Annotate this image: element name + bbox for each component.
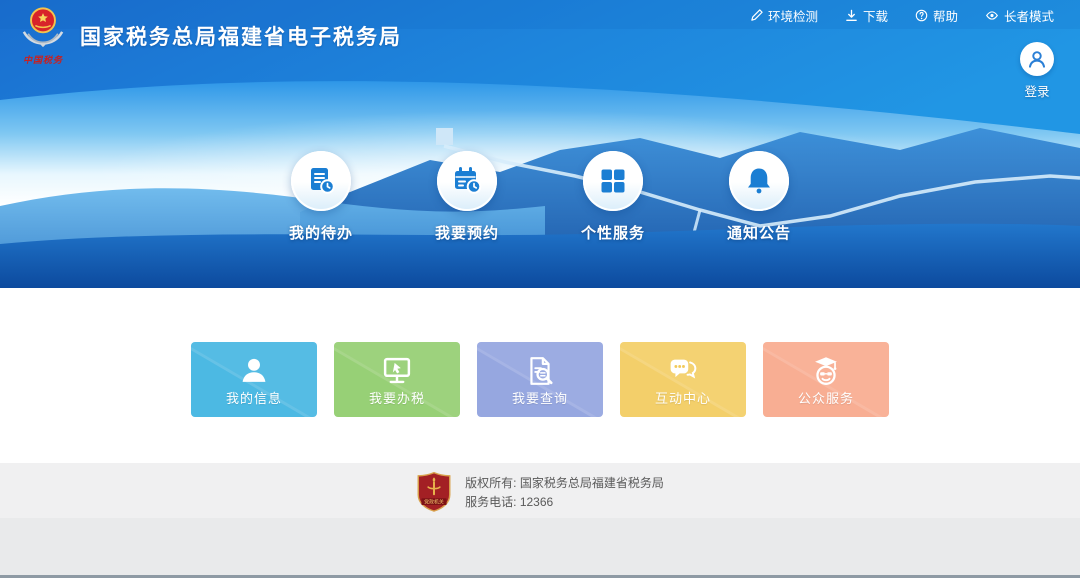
quick-services: 我的待办 我要预约 <box>0 151 1080 243</box>
card-label: 我的信息 <box>191 388 317 407</box>
grid-icon <box>583 151 643 211</box>
card-label: 互动中心 <box>620 388 746 407</box>
footer-content: 党政机关 版权所有: 国家税务总局福建省税务局 服务电话: 12366 <box>0 463 1080 514</box>
monitor-cursor-icon <box>378 351 416 391</box>
footer-text: 版权所有: 国家税务总局福建省税务局 服务电话: 12366 <box>465 470 664 512</box>
download-label: 下载 <box>863 6 888 25</box>
calendar-clock-icon <box>437 151 497 211</box>
government-badge-icon: 党政机关 <box>416 470 452 514</box>
quick-service-label: 通知公告 <box>727 222 791 243</box>
card-label: 我要查询 <box>477 388 603 407</box>
quick-service-personalized[interactable]: 个性服务 <box>566 151 660 243</box>
quick-service-notices[interactable]: 通知公告 <box>712 151 806 243</box>
scholar-icon <box>807 351 845 391</box>
card-label: 我要办税 <box>334 388 460 407</box>
page: 环境检测 下载 帮助 <box>0 0 1080 578</box>
document-clock-icon <box>291 151 351 211</box>
environment-check-link[interactable]: 环境检测 <box>750 6 818 25</box>
person-icon <box>235 351 273 391</box>
logo-caption: 中国税务 <box>16 53 70 66</box>
help-link[interactable]: 帮助 <box>915 6 958 25</box>
quick-service-label: 我要预约 <box>435 222 499 243</box>
download-link[interactable]: 下载 <box>845 6 888 25</box>
service-phone-text: 服务电话: 12366 <box>465 493 664 512</box>
brand: 中国税务 国家税务总局福建省电子税务局 <box>16 5 402 66</box>
quick-service-my-todo[interactable]: 我的待办 <box>274 151 368 243</box>
main-services: 我的信息 我要办税 <box>0 288 1080 463</box>
bell-icon <box>729 151 789 211</box>
download-icon <box>845 9 858 22</box>
eye-icon <box>985 9 999 22</box>
pen-icon <box>750 9 763 22</box>
login-label: 登录 <box>1014 81 1060 100</box>
card-inquiry[interactable]: 我要查询 <box>477 342 603 417</box>
document-search-icon <box>521 351 559 391</box>
card-interaction-center[interactable]: 互动中心 <box>620 342 746 417</box>
site-title: 国家税务总局福建省电子税务局 <box>80 21 402 51</box>
chat-bubbles-icon <box>664 351 702 391</box>
card-public-services[interactable]: 公众服务 <box>763 342 889 417</box>
card-handle-tax[interactable]: 我要办税 <box>334 342 460 417</box>
copyright-text: 版权所有: 国家税务总局福建省税务局 <box>465 474 664 493</box>
footer: 党政机关 版权所有: 国家税务总局福建省税务局 服务电话: 12366 <box>0 463 1080 578</box>
card-my-info[interactable]: 我的信息 <box>191 342 317 417</box>
elder-mode-label: 长者模式 <box>1004 6 1054 25</box>
tax-emblem-icon <box>20 5 66 51</box>
quick-service-label: 我的待办 <box>289 222 353 243</box>
tax-bureau-logo: 中国税务 <box>16 5 70 66</box>
elder-mode-link[interactable]: 长者模式 <box>985 6 1054 25</box>
hero-banner: 环境检测 下载 帮助 <box>0 0 1080 288</box>
card-label: 公众服务 <box>763 388 889 407</box>
quick-service-appointment[interactable]: 我要预约 <box>420 151 514 243</box>
help-label: 帮助 <box>933 6 958 25</box>
help-icon <box>915 9 928 22</box>
quick-service-label: 个性服务 <box>581 222 645 243</box>
service-cards-row: 我的信息 我要办税 <box>0 288 1080 417</box>
environment-check-label: 环境检测 <box>768 6 818 25</box>
user-avatar-icon <box>1020 42 1054 76</box>
login-button[interactable]: 登录 <box>1014 42 1060 100</box>
